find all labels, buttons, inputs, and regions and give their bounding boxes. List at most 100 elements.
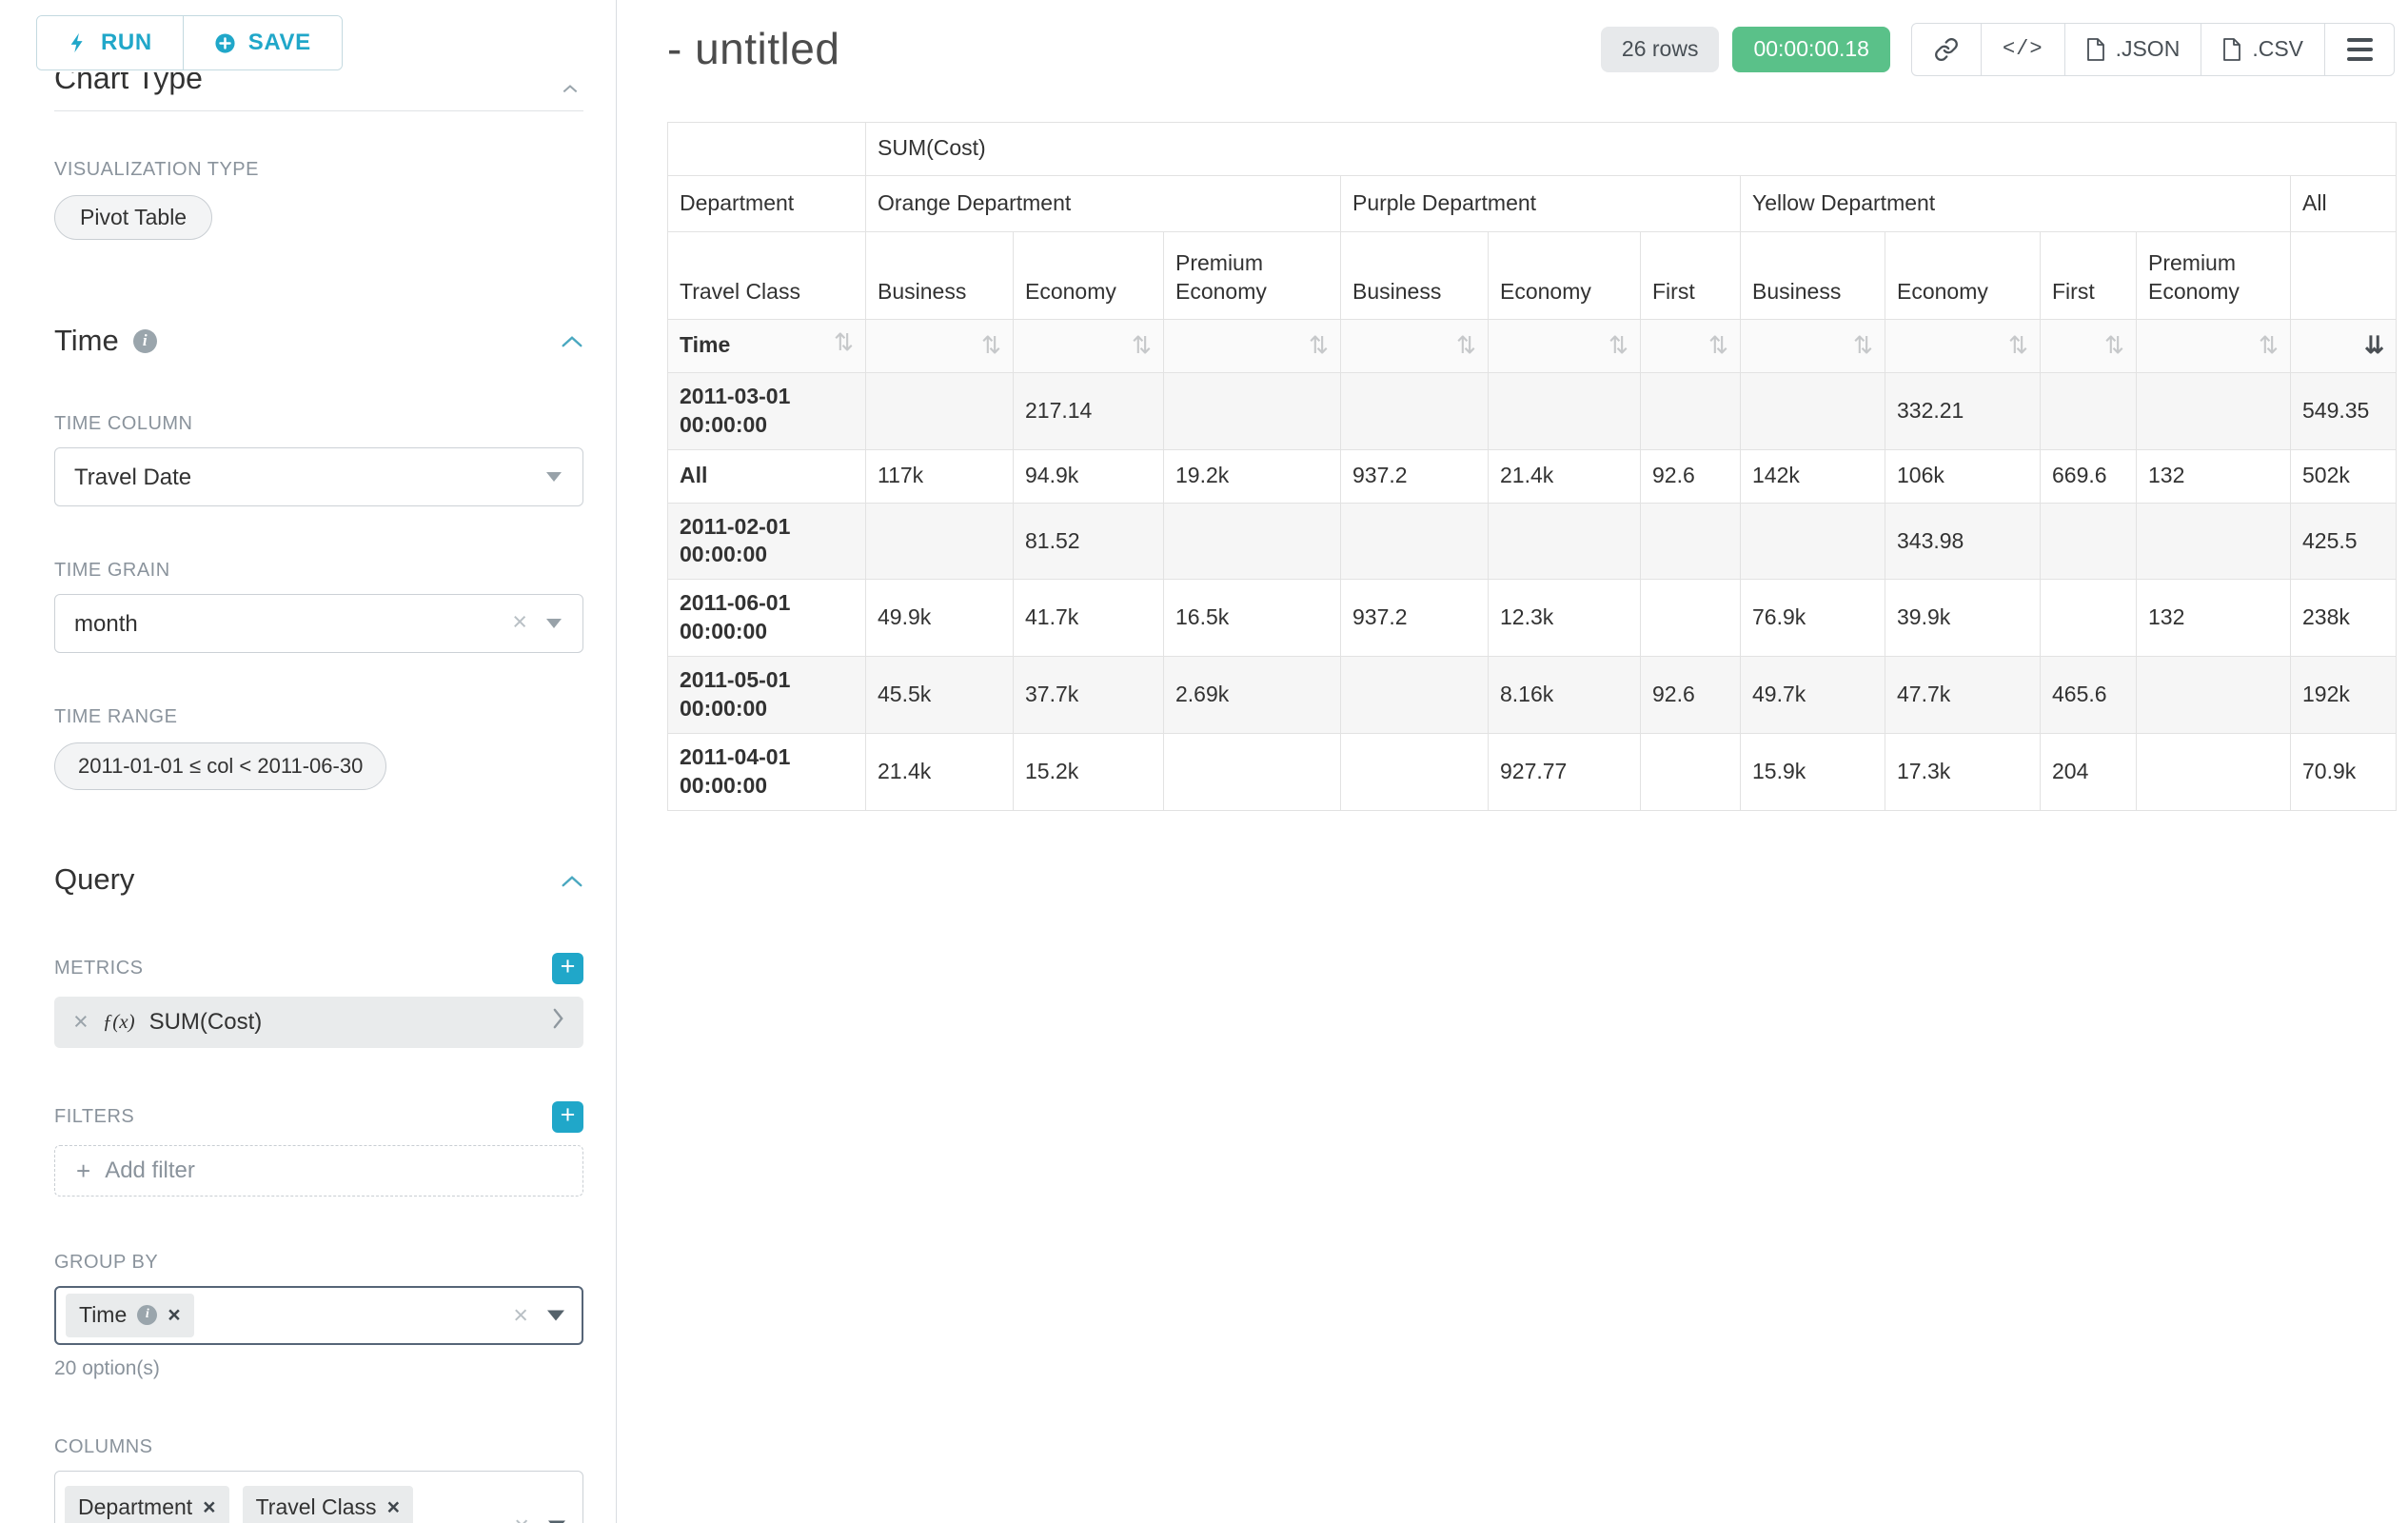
chevron-up-icon[interactable]: [561, 72, 580, 101]
value-cell: [1741, 372, 1885, 449]
travel-class-header: First: [2041, 231, 2137, 319]
row-label: 2011-03-01 00:00:00: [668, 372, 866, 449]
sort-icon[interactable]: ⇅: [2104, 334, 2124, 358]
download-json-label: .JSON: [2116, 36, 2181, 62]
time-section-title-wrap: Time i: [54, 322, 157, 360]
clear-icon[interactable]: ×: [513, 1302, 528, 1328]
value-cell: [1341, 733, 1489, 810]
clear-icon[interactable]: ×: [512, 605, 527, 639]
menu-button[interactable]: [2324, 23, 2395, 76]
columns-chip[interactable]: Travel Class ×: [243, 1486, 413, 1523]
time-section-title: Time: [54, 322, 119, 360]
download-json-button[interactable]: .JSON: [2064, 23, 2202, 76]
value-cell: 76.9k: [1741, 580, 1885, 657]
value-cell: [1341, 372, 1489, 449]
time-section-header[interactable]: Time i: [54, 322, 583, 360]
chevron-up-icon[interactable]: [561, 866, 583, 895]
value-cell: [1164, 733, 1341, 810]
columns-chip[interactable]: Department ×: [65, 1486, 229, 1523]
metric-name: SUM(Cost): [149, 1007, 263, 1037]
value-cell: 12.3k: [1489, 580, 1641, 657]
value-cell: 21.4k: [1489, 449, 1641, 503]
columns-chip-label: Travel Class: [256, 1493, 377, 1522]
sort-icon[interactable]: ⇅: [2008, 334, 2028, 358]
value-cell: [1489, 372, 1641, 449]
add-metric-button[interactable]: +: [552, 953, 583, 984]
row-label: 2011-06-01 00:00:00: [668, 580, 866, 657]
value-cell: 17.3k: [1885, 733, 2041, 810]
pivot-row: 2011-04-01 00:00:0021.4k15.2k927.7715.9k…: [668, 733, 2397, 810]
add-filter-plus-button[interactable]: +: [552, 1101, 583, 1133]
value-cell: 217.14: [1014, 372, 1164, 449]
download-csv-button[interactable]: .CSV: [2201, 23, 2325, 76]
remove-metric-icon[interactable]: ×: [73, 1009, 89, 1035]
remove-chip-icon[interactable]: ×: [168, 1304, 180, 1326]
sort-icon[interactable]: ⇅: [834, 331, 854, 355]
travel-class-header: Premium Economy: [2137, 231, 2291, 319]
sort-icon[interactable]: ⇅: [1853, 334, 1873, 358]
time-range-pill[interactable]: 2011-01-01 ≤ col < 2011-06-30: [54, 742, 386, 790]
embed-code-button[interactable]: </>: [1981, 23, 2065, 76]
value-cell: 16.5k: [1164, 580, 1341, 657]
value-cell: [2137, 733, 2291, 810]
value-cell: [2137, 657, 2291, 734]
value-cell: 2.69k: [1164, 657, 1341, 734]
metric-header-cell: SUM(Cost): [866, 122, 2397, 175]
value-cell: 94.9k: [1014, 449, 1164, 503]
chevron-up-icon[interactable]: [561, 326, 583, 355]
lightning-icon: [68, 31, 89, 54]
department-axis-label: Department: [668, 175, 866, 231]
value-cell: [1641, 503, 1741, 580]
remove-chip-icon[interactable]: ×: [203, 1496, 215, 1518]
time-axis-cell: ⇅Time: [668, 319, 866, 372]
value-cell: [1489, 503, 1641, 580]
time-range-label: TIME RANGE: [54, 704, 583, 729]
metrics-label: METRICS: [54, 956, 144, 980]
value-cell: 49.9k: [866, 580, 1014, 657]
columns-select[interactable]: Department × Travel Class × ×: [54, 1471, 583, 1523]
sort-icon[interactable]: ⇅: [1456, 334, 1476, 358]
clear-icon[interactable]: ×: [514, 1513, 529, 1523]
group-by-select[interactable]: Time i × ×: [54, 1286, 583, 1345]
copy-link-button[interactable]: [1911, 23, 1982, 76]
metric-chip[interactable]: × ƒ(x) SUM(Cost): [54, 997, 583, 1048]
sort-icon[interactable]: ⇊: [2364, 334, 2384, 358]
value-cell: 21.4k: [866, 733, 1014, 810]
sort-icon[interactable]: ⇅: [1708, 334, 1728, 358]
visualization-type-pill[interactable]: Pivot Table: [54, 195, 212, 240]
value-cell: 549.35: [2291, 372, 2397, 449]
query-section-header[interactable]: Query: [54, 860, 583, 899]
save-button[interactable]: SAVE: [183, 16, 342, 69]
chart-title[interactable]: - untitled: [667, 21, 839, 78]
plus-circle-icon: [214, 32, 236, 54]
sort-icon[interactable]: ⇅: [1609, 334, 1628, 358]
info-icon[interactable]: i: [133, 329, 157, 353]
value-cell: [2137, 372, 2291, 449]
value-cell: [1164, 503, 1341, 580]
chevron-down-icon: [546, 619, 562, 628]
group-by-chip[interactable]: Time i ×: [66, 1294, 194, 1337]
run-button[interactable]: RUN: [37, 16, 183, 69]
info-icon[interactable]: i: [137, 1305, 157, 1325]
file-icon: [2222, 38, 2241, 61]
sort-icon[interactable]: ⇅: [1132, 334, 1152, 358]
time-column-select[interactable]: Travel Date: [54, 447, 583, 506]
pivot-table: SUM(Cost)DepartmentOrange DepartmentPurp…: [667, 122, 2397, 811]
value-cell: [1641, 372, 1741, 449]
travel-class-header: Economy: [1885, 231, 2041, 319]
value-cell: [2041, 372, 2137, 449]
value-cell: 47.7k: [1885, 657, 2041, 734]
sort-icon[interactable]: ⇅: [1309, 334, 1329, 358]
value-cell: 41.7k: [1014, 580, 1164, 657]
add-filter-button[interactable]: + Add filter: [54, 1145, 583, 1197]
pivot-row: 2011-06-01 00:00:0049.9k41.7k16.5k937.21…: [668, 580, 2397, 657]
function-icon: ƒ(x): [103, 1009, 135, 1035]
chevron-right-icon[interactable]: [552, 1008, 564, 1037]
remove-chip-icon[interactable]: ×: [387, 1496, 400, 1518]
sort-icon[interactable]: ⇅: [981, 334, 1001, 358]
time-grain-select[interactable]: month ×: [54, 594, 583, 653]
sort-icon[interactable]: ⇅: [2259, 334, 2279, 358]
value-cell: 8.16k: [1489, 657, 1641, 734]
value-cell: 92.6: [1641, 657, 1741, 734]
pivot-row: 2011-05-01 00:00:0045.5k37.7k2.69k8.16k9…: [668, 657, 2397, 734]
